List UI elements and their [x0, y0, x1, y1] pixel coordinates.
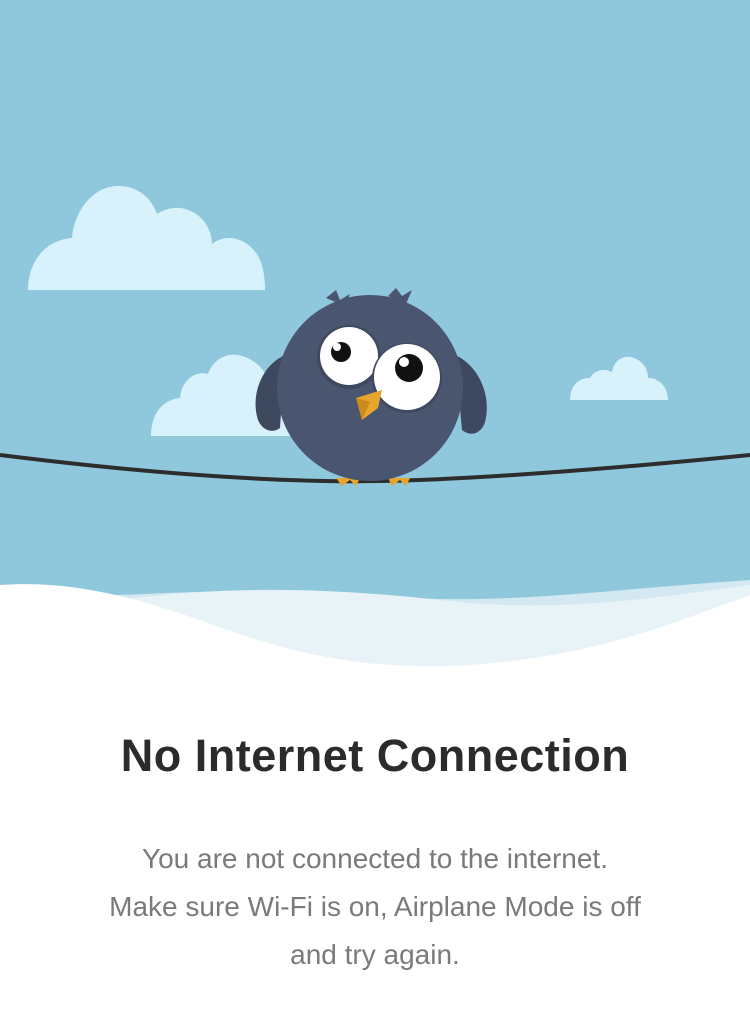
- offline-illustration: [0, 0, 750, 700]
- error-message-line-2: Make sure Wi-Fi is on, Airplane Mode is …: [109, 891, 641, 922]
- owl-pupil-right: [395, 354, 423, 382]
- owl-eye-right-shine: [399, 357, 409, 367]
- no-connection-screen: No Internet Connection You are not conne…: [0, 0, 750, 1019]
- owl-eye-left-shine: [333, 343, 341, 351]
- error-message-line-3: and try again.: [290, 939, 460, 970]
- error-message: You are not connected to the internet. M…: [60, 835, 690, 979]
- owl-on-wire-icon: [0, 0, 750, 700]
- error-title: No Internet Connection: [120, 730, 630, 781]
- error-message-line-1: You are not connected to the internet.: [142, 843, 608, 874]
